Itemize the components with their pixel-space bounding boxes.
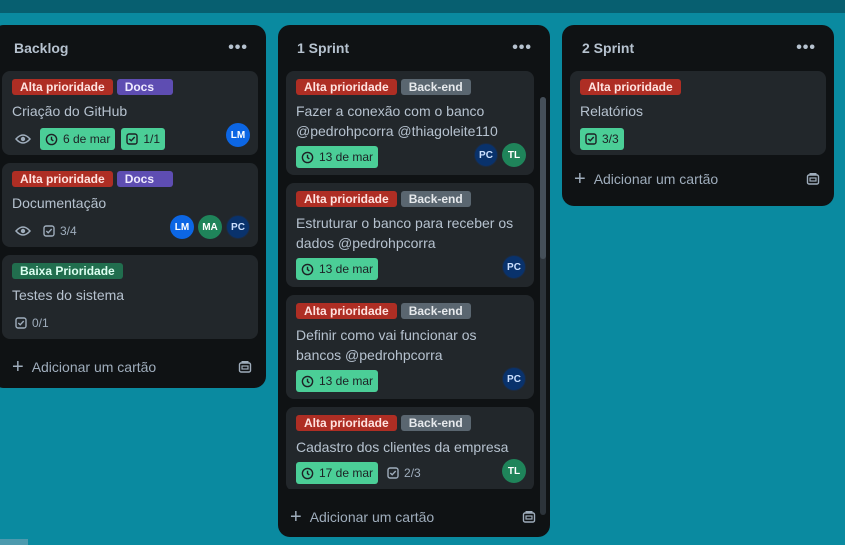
due-date-text: 6 de mar bbox=[63, 132, 111, 146]
list-menu-button[interactable]: ••• bbox=[224, 40, 252, 56]
label-docs[interactable]: Docs bbox=[116, 171, 173, 187]
list-scrollbar[interactable] bbox=[540, 97, 546, 515]
due-date-badge[interactable]: 13 de mar bbox=[296, 258, 379, 280]
add-card-label: Adicionar um cartão bbox=[309, 509, 435, 525]
avatar[interactable]: TL bbox=[502, 459, 526, 483]
checklist-badge: 0/1 bbox=[12, 312, 52, 334]
label-baixa-prioridade[interactable]: Baixa Prioridade bbox=[12, 263, 123, 279]
checklist-badge: 2/3 bbox=[384, 462, 424, 484]
list-title[interactable]: Backlog bbox=[14, 40, 68, 56]
label-alta-prioridade[interactable]: Alta prioridade bbox=[12, 79, 113, 95]
card[interactable]: Alta prioridade Relatórios 3/3 bbox=[570, 71, 826, 155]
template-icon[interactable] bbox=[522, 510, 536, 524]
clock-icon bbox=[301, 375, 314, 388]
card[interactable]: Alta prioridade Back-end Definir como va… bbox=[286, 295, 534, 399]
checklist-count: 2/3 bbox=[404, 466, 421, 480]
card[interactable]: Baixa Prioridade Testes do sistema 0/1 bbox=[2, 255, 258, 339]
list-title[interactable]: 2 Sprint bbox=[582, 40, 634, 56]
label-alta-prioridade[interactable]: Alta prioridade bbox=[296, 303, 397, 319]
plus-icon: + bbox=[290, 506, 302, 528]
scrollbar-thumb[interactable] bbox=[540, 97, 546, 259]
label-alta-prioridade[interactable]: Alta prioridade bbox=[296, 415, 397, 431]
checkbox-icon bbox=[43, 225, 55, 237]
clock-icon bbox=[45, 133, 58, 146]
due-date-badge[interactable]: 6 de mar bbox=[40, 128, 116, 150]
card-title: Criação do GitHub bbox=[12, 103, 128, 119]
checklist-badge: 3/3 bbox=[580, 128, 624, 150]
card[interactable]: Alta prioridade Back-end Estruturar o ba… bbox=[286, 183, 534, 287]
label-back-end[interactable]: Back-end bbox=[400, 191, 471, 207]
label-alta-prioridade[interactable]: Alta prioridade bbox=[12, 171, 113, 187]
checklist-count: 3/4 bbox=[60, 224, 77, 238]
watch-icon bbox=[12, 220, 34, 242]
list-1-sprint: 1 Sprint ••• Alta prioridade Back-end Fa… bbox=[278, 25, 550, 537]
avatar[interactable]: TL bbox=[502, 143, 526, 167]
list-title[interactable]: 1 Sprint bbox=[297, 40, 349, 56]
avatar[interactable]: MA bbox=[198, 215, 222, 239]
plus-icon: + bbox=[574, 168, 586, 190]
add-card-button[interactable]: + Adicionar um cartão bbox=[570, 159, 826, 199]
label-alta-prioridade[interactable]: Alta prioridade bbox=[296, 79, 397, 95]
avatar[interactable]: LM bbox=[226, 123, 250, 147]
card-title-line: bancos @pedrohpcorra bbox=[296, 347, 443, 363]
checklist-count: 3/3 bbox=[602, 132, 619, 146]
checkbox-icon bbox=[387, 467, 399, 479]
card-title-line: @pedrohpcorra @thiagoleite110 bbox=[296, 123, 498, 139]
template-icon[interactable] bbox=[806, 172, 820, 186]
card-title-line: Fazer a conexão com o banco bbox=[296, 103, 485, 119]
label-back-end[interactable]: Back-end bbox=[400, 415, 471, 431]
due-date-badge[interactable]: 13 de mar bbox=[296, 146, 379, 168]
list-menu-button[interactable]: ••• bbox=[508, 40, 536, 56]
card[interactable]: Alta prioridade Back-end Fazer a conexão… bbox=[286, 71, 534, 175]
card-title: Relatórios bbox=[580, 103, 644, 119]
add-card-label: Adicionar um cartão bbox=[593, 171, 719, 187]
card-title-line: Definir como vai funcionar os bbox=[296, 327, 477, 343]
checklist-count: 1/1 bbox=[143, 132, 161, 146]
template-icon[interactable] bbox=[238, 360, 252, 374]
card-title: Testes do sistema bbox=[12, 287, 125, 303]
add-card-button[interactable]: + Adicionar um cartão bbox=[8, 347, 258, 387]
card[interactable]: Alta prioridade Back-end Cadastro dos cl… bbox=[286, 407, 534, 489]
board-top-bar bbox=[0, 0, 845, 13]
watch-icon bbox=[12, 128, 34, 150]
avatar[interactable]: PC bbox=[502, 255, 526, 279]
card-title-line: Estruturar o banco para receber os bbox=[296, 215, 514, 231]
checklist-count: 0/1 bbox=[32, 316, 49, 330]
card[interactable]: Alta prioridade Docs Documentação 3/4 LM… bbox=[2, 163, 258, 247]
card[interactable]: Alta prioridade Docs Criação do GitHub 6… bbox=[2, 71, 258, 155]
due-date-text: 13 de mar bbox=[319, 150, 374, 164]
card-title: Documentação bbox=[12, 195, 107, 211]
due-date-badge[interactable]: 13 de mar bbox=[296, 370, 379, 392]
label-alta-prioridade[interactable]: Alta prioridade bbox=[296, 191, 397, 207]
card-title-line: Cadastro dos clientes da empresa bbox=[296, 439, 509, 455]
plus-icon: + bbox=[12, 356, 24, 378]
checkbox-icon bbox=[585, 133, 597, 145]
checklist-badge: 1/1 bbox=[121, 128, 166, 150]
checklist-badge: 3/4 bbox=[40, 220, 80, 242]
avatar[interactable]: PC bbox=[474, 143, 498, 167]
due-date-text: 13 de mar bbox=[319, 374, 374, 388]
list-2-sprint: 2 Sprint ••• Alta prioridade Relatórios … bbox=[562, 25, 834, 206]
due-date-badge[interactable]: 17 de mar bbox=[296, 462, 379, 484]
clock-icon bbox=[301, 151, 314, 164]
due-date-text: 13 de mar bbox=[319, 262, 374, 276]
list-backlog: Backlog ••• Alta prioridade Docs Criação… bbox=[0, 25, 266, 388]
checkbox-icon bbox=[15, 317, 27, 329]
card-title-line: dados @pedrohpcorra bbox=[296, 235, 436, 251]
avatar[interactable]: LM bbox=[170, 215, 194, 239]
add-card-label: Adicionar um cartão bbox=[31, 359, 157, 375]
checkbox-icon bbox=[126, 133, 139, 145]
clock-icon bbox=[301, 263, 314, 276]
label-back-end[interactable]: Back-end bbox=[400, 79, 471, 95]
due-date-text: 17 de mar bbox=[319, 466, 374, 480]
list-menu-button[interactable]: ••• bbox=[792, 40, 820, 56]
avatar[interactable]: PC bbox=[226, 215, 250, 239]
clock-icon bbox=[301, 467, 314, 480]
label-alta-prioridade[interactable]: Alta prioridade bbox=[580, 79, 681, 95]
label-docs[interactable]: Docs bbox=[116, 79, 173, 95]
label-back-end[interactable]: Back-end bbox=[400, 303, 471, 319]
avatar[interactable]: PC bbox=[502, 367, 526, 391]
bottom-edge-tab bbox=[0, 539, 28, 545]
add-card-button[interactable]: + Adicionar um cartão bbox=[286, 497, 542, 537]
